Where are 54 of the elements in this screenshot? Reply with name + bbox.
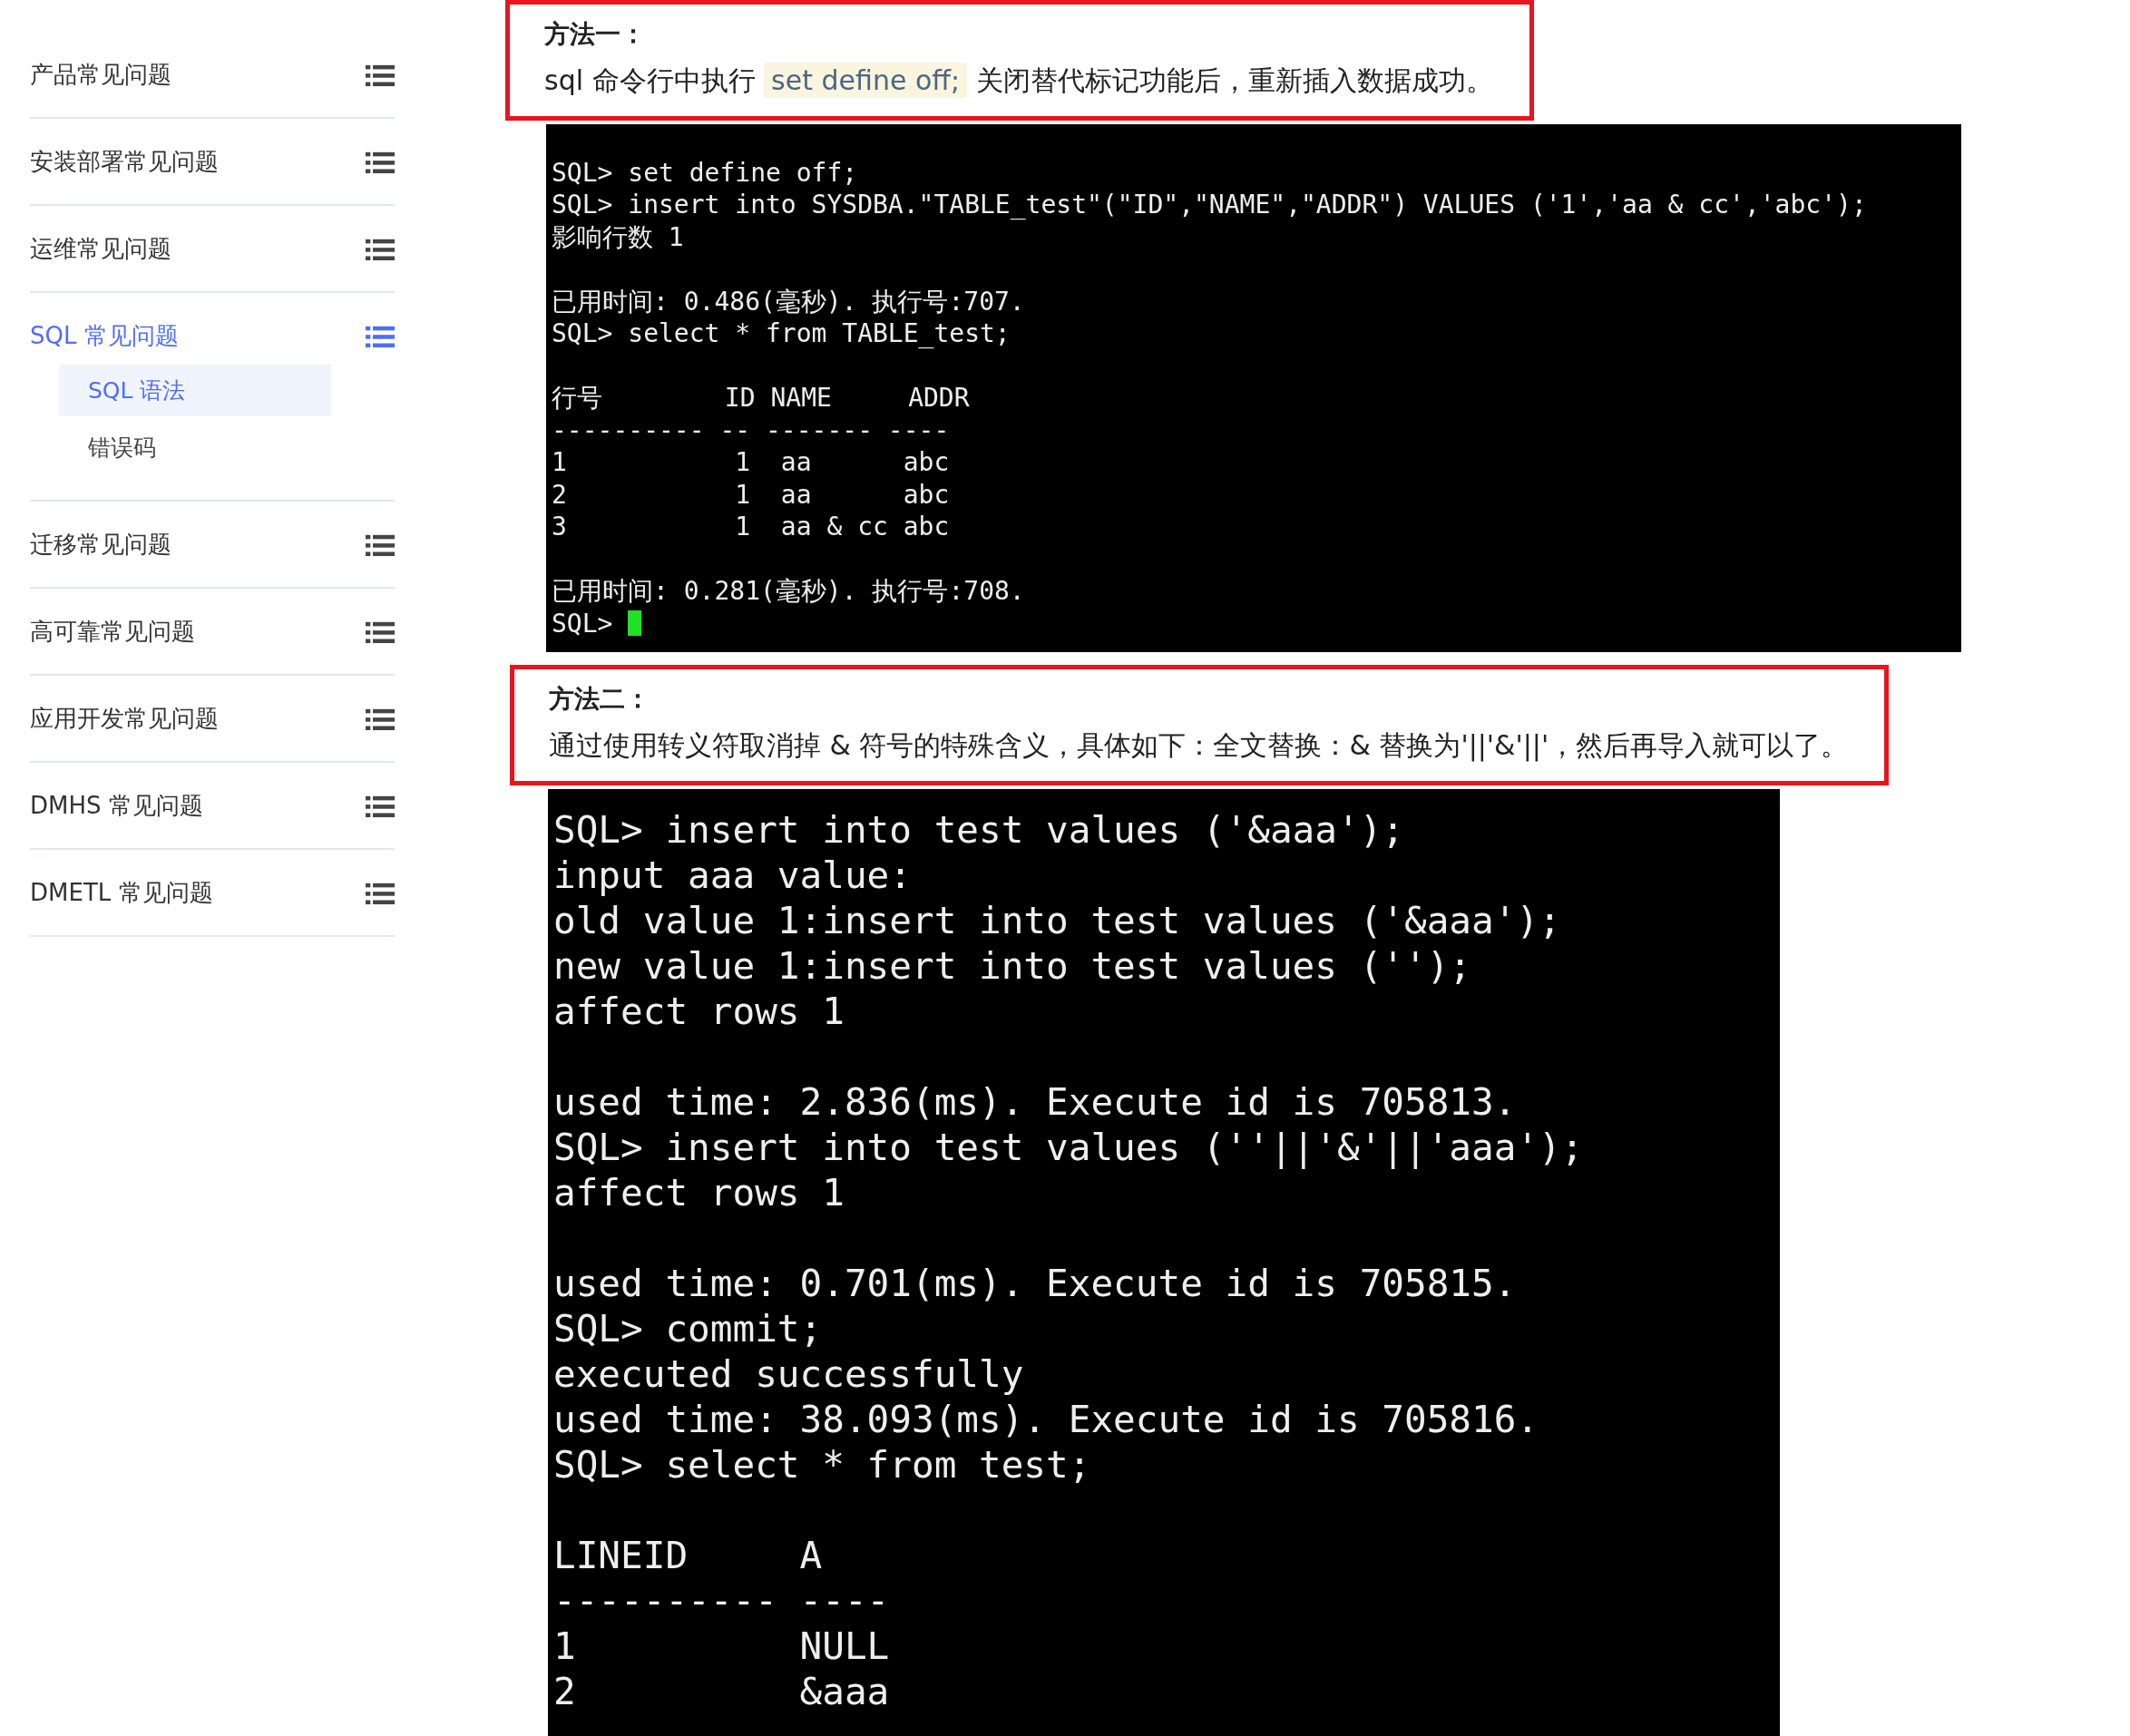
list-icon[interactable] (366, 532, 395, 557)
sidebar-item[interactable]: 产品常见问题 (30, 59, 171, 91)
list-icon[interactable] (366, 619, 395, 644)
terminal-line: SQL> (552, 607, 614, 639)
terminal-line: old value 1:insert into test values ('&aaa'); (553, 898, 1561, 943)
sidebar-item[interactable]: SQL 常见问题 (30, 320, 179, 352)
sidebar-item[interactable]: 安装部署常见问题 (30, 146, 219, 178)
terminal-line: SQL> set define off; (552, 156, 858, 189)
sidebar-subitem[interactable]: SQL 语法 (59, 365, 331, 416)
note-text: sql 命令行中执行 set define off; 关闭替代标记功能后，重新插入数据成功。 (544, 63, 1493, 100)
terminal-line: used time: 2.836(ms). Execute id is 705813. (553, 1079, 1517, 1125)
terminal-line: used time: 0.701(ms). Execute id is 705815. (553, 1261, 1517, 1306)
terminal-line: 3 1 aa & cc abc (552, 511, 950, 543)
terminal-line: SQL> insert into SYSDBA."TABLE_test"("ID","NAME","ADDR") VALUES ('1','aa & cc','abc'); (552, 189, 1867, 221)
terminal-line: SQL> insert into test values ('&aaa'); (553, 807, 1404, 853)
list-icon[interactable] (366, 237, 395, 261)
list-icon[interactable] (366, 794, 395, 818)
terminal-line: affect rows 1 (553, 989, 845, 1034)
terminal-line: ---------- ---- (553, 1578, 890, 1624)
sidebar-subitem[interactable]: 错误码 (59, 422, 331, 473)
list-icon[interactable] (366, 150, 395, 174)
list-icon[interactable] (366, 881, 395, 905)
terminal-line: 影响行数 1 (552, 220, 684, 253)
terminal-line: SQL> select * from test; (553, 1442, 1091, 1487)
note-title: 方法一： (544, 18, 647, 51)
terminal-line: SQL> commit; (553, 1306, 823, 1351)
terminal-line: 2 &aaa (553, 1669, 890, 1714)
terminal-line: 1 1 aa abc (552, 446, 950, 479)
sidebar-item[interactable]: 应用开发常见问题 (30, 703, 219, 735)
terminal-line: SQL> select * from TABLE_test; (552, 317, 1011, 350)
list-icon[interactable] (366, 63, 395, 87)
sidebar-item[interactable]: 迁移常见问题 (30, 529, 171, 561)
terminal-line: affect rows 1 (553, 1170, 845, 1215)
sidebar-item[interactable]: 运维常见问题 (30, 233, 171, 265)
sidebar-item[interactable]: DMETL 常见问题 (30, 877, 213, 909)
terminal-line: 2 1 aa abc (552, 478, 950, 511)
terminal-line: new value 1:insert into test values (''); (553, 943, 1472, 989)
terminal-line: ---------- -- ------- ---- (552, 414, 950, 446)
note-title: 方法二： (549, 683, 651, 716)
terminal-line: executed successfully (553, 1351, 1024, 1397)
terminal-line: used time: 38.093(ms). Execute id is 705816. (553, 1397, 1539, 1442)
list-icon[interactable] (366, 324, 395, 348)
note-text: 通过使用转义符取消掉 & 符号的特殊含义，具体如下：全文替换：& 替换为'||'&'||'，然后再导入就可以了。 (549, 728, 1849, 764)
sidebar-item[interactable]: DMHS 常见问题 (30, 790, 203, 822)
list-icon[interactable] (366, 707, 395, 731)
terminal-line: SQL> insert into test values (''||'&'||'aaa'); (553, 1125, 1584, 1170)
terminal-line: 行号 ID NAME ADDR (552, 382, 970, 414)
sidebar-item[interactable]: 高可靠常见问题 (30, 616, 195, 648)
terminal-line: 已用时间: 0.486(毫秒). 执行号:707. (552, 285, 1025, 317)
terminal-line: 已用时间: 0.281(毫秒). 执行号:708. (552, 575, 1025, 608)
terminal-line: LINEID A (553, 1533, 823, 1578)
terminal-line: 1 NULL (553, 1624, 890, 1669)
terminal-line: input aaa value: (553, 853, 912, 898)
cursor-icon (628, 610, 642, 637)
